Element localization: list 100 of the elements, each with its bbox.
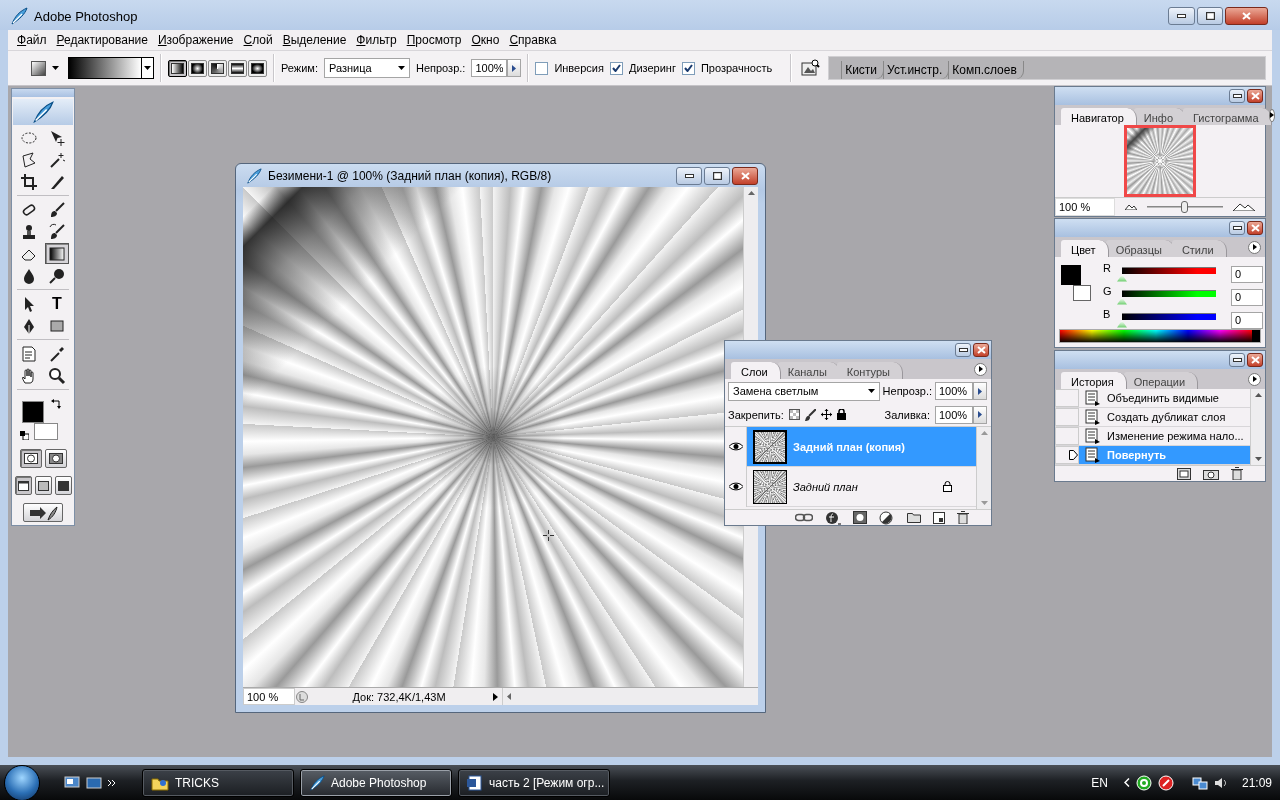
minimize-button[interactable] xyxy=(955,343,971,357)
jump-to-button[interactable] xyxy=(23,503,63,522)
panel-tab[interactable]: Контуры xyxy=(836,362,903,379)
menu-item[interactable]: Просмотр xyxy=(401,31,467,49)
channel-slider-track[interactable] xyxy=(1122,266,1216,274)
mode-dropdown[interactable]: Разница xyxy=(324,58,410,78)
diamond-gradient-button[interactable] xyxy=(248,59,267,77)
color-spectrum-bar[interactable] xyxy=(1059,329,1261,343)
palette-well-tab[interactable]: Кисти xyxy=(841,61,884,79)
zoom-field[interactable]: 100 % xyxy=(243,688,295,705)
minimize-button[interactable] xyxy=(1229,89,1245,103)
close-button[interactable] xyxy=(732,166,758,185)
visibility-toggle[interactable] xyxy=(725,426,747,467)
panel-tab[interactable]: Навигатор xyxy=(1061,108,1137,125)
panel-tab[interactable]: Гистограмма xyxy=(1183,108,1272,125)
menu-item[interactable]: Файл xyxy=(12,31,52,49)
menu-item[interactable]: Фильтр xyxy=(351,31,402,49)
checkbox[interactable] xyxy=(609,61,623,75)
channel-value-field[interactable]: 0 xyxy=(1231,265,1263,283)
foreground-color-swatch[interactable] xyxy=(1061,265,1081,285)
menu-item[interactable]: Справка xyxy=(504,31,562,49)
slider-thumb[interactable] xyxy=(1117,320,1127,328)
window-icon xyxy=(1205,12,1215,20)
panel-tab[interactable]: История xyxy=(1061,372,1127,389)
minimize-button[interactable] xyxy=(676,166,702,185)
channel-value-field[interactable]: 0 xyxy=(1231,311,1263,329)
menu-item[interactable]: Окно xyxy=(466,31,505,49)
panel-tab[interactable]: Каналы xyxy=(777,362,840,379)
zoom-field[interactable]: 100 % xyxy=(1055,198,1115,216)
panel-menu-button[interactable] xyxy=(1248,372,1261,386)
panel-tab[interactable]: Слои xyxy=(731,362,781,379)
gradient-picker[interactable] xyxy=(68,57,154,79)
close-button[interactable] xyxy=(1225,7,1268,25)
panel-tab[interactable]: Операции xyxy=(1123,372,1199,389)
radial-gradient-button[interactable] xyxy=(188,59,207,77)
slider-arrow-button[interactable] xyxy=(973,382,987,400)
screen-mode-button[interactable] xyxy=(54,476,72,495)
menu-item[interactable]: Редактирование xyxy=(51,31,153,49)
zoom-slider[interactable] xyxy=(1147,200,1223,214)
close-button[interactable] xyxy=(1247,221,1263,235)
panel-tab[interactable]: Цвет xyxy=(1061,240,1109,257)
slider-arrow-button[interactable] xyxy=(973,405,987,424)
quick-mask-button[interactable] xyxy=(44,449,67,468)
slider-thumb[interactable] xyxy=(1117,274,1127,282)
close-button[interactable] xyxy=(1247,89,1263,103)
tool-button[interactable] xyxy=(45,243,69,264)
lock-label: Закрепить: xyxy=(728,408,784,421)
checkbox[interactable] xyxy=(681,61,695,75)
channel-value-field[interactable]: 0 xyxy=(1231,288,1263,306)
standard-mode-button[interactable] xyxy=(19,449,42,468)
swap-arrows-icon xyxy=(51,399,61,409)
foreground-color-swatch[interactable] xyxy=(22,401,44,423)
taskbar-button[interactable]: TRICKS xyxy=(142,768,294,797)
visibility-toggle[interactable] xyxy=(725,466,747,507)
panel-menu-button[interactable] xyxy=(974,362,987,376)
linear-gradient-button[interactable] xyxy=(168,59,187,77)
panel-tab[interactable]: Стили xyxy=(1171,240,1227,257)
minimize-button[interactable] xyxy=(1229,221,1245,235)
fill-field[interactable]: 100% xyxy=(935,405,973,424)
checkbox[interactable] xyxy=(535,61,549,75)
eye-icon xyxy=(728,482,743,491)
start-button[interactable] xyxy=(4,764,40,800)
channel-slider-track[interactable] xyxy=(1122,289,1216,297)
maximize-button[interactable] xyxy=(704,166,730,185)
tool-button[interactable]: T xyxy=(45,293,69,314)
background-color-swatch[interactable] xyxy=(34,423,58,440)
minimize-button[interactable] xyxy=(1168,7,1195,25)
background-color-swatch[interactable] xyxy=(1073,285,1091,301)
opacity-field[interactable]: 100% xyxy=(935,382,973,400)
close-button[interactable] xyxy=(1247,353,1263,367)
minimize-button[interactable] xyxy=(1229,353,1245,367)
panel-menu-button[interactable] xyxy=(1268,108,1275,122)
taskbar-button[interactable]: Adobe Photoshop xyxy=(300,768,452,797)
slider-thumb[interactable] xyxy=(1117,297,1127,305)
screen-mode-button[interactable] xyxy=(14,476,32,495)
blend-mode-dropdown[interactable]: Замена светлым xyxy=(728,381,880,401)
angle-gradient-button[interactable] xyxy=(208,59,227,77)
language-indicator[interactable]: EN xyxy=(1091,775,1108,790)
menu-item[interactable]: Слой xyxy=(238,31,278,49)
history-row[interactable]: Объединить видимые xyxy=(1055,389,1250,408)
palette-well-tab[interactable]: Комп.слоев xyxy=(948,61,1023,79)
panel-menu-button[interactable] xyxy=(1248,240,1261,254)
taskbar-button[interactable]: часть 2 [Режим огр... xyxy=(458,768,610,797)
mode-label: Режим: xyxy=(281,62,318,74)
maximize-button[interactable] xyxy=(1197,7,1223,25)
menu-item[interactable]: Выделение xyxy=(277,31,352,49)
reflected-gradient-button[interactable] xyxy=(228,59,247,77)
layer-row[interactable]: Задний план xyxy=(725,467,976,507)
minimize-icon xyxy=(684,173,694,178)
screen-mode-button[interactable] xyxy=(34,476,52,495)
history-row[interactable]: Создать дубликат слоя xyxy=(1055,408,1250,427)
slider-thumb[interactable] xyxy=(1181,201,1188,213)
close-button[interactable] xyxy=(973,343,989,357)
opacity-slider-button[interactable] xyxy=(507,59,522,77)
panel-tab[interactable]: Образцы xyxy=(1105,240,1175,257)
opacity-field[interactable]: 100% xyxy=(471,59,508,77)
eye-icon xyxy=(728,442,743,451)
channel-slider-track[interactable] xyxy=(1122,312,1216,320)
checkbox-label: Инверсия xyxy=(554,62,604,74)
menu-item[interactable]: Изображение xyxy=(152,31,239,49)
